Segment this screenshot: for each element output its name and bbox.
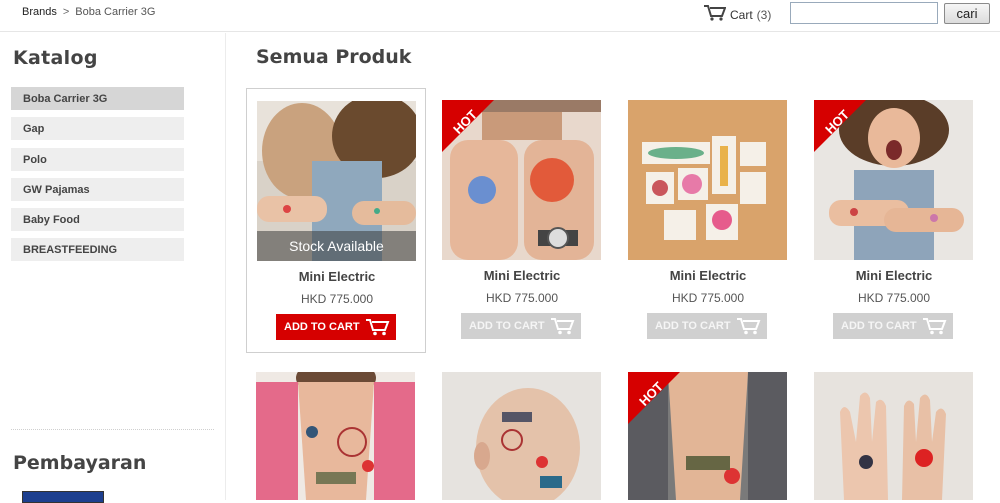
- sidebar-item-gw-pajamas[interactable]: GW Pajamas: [11, 177, 184, 201]
- payment-title: Pembayaran: [13, 452, 147, 474]
- product-image[interactable]: [442, 372, 601, 500]
- breadcrumb: Brands > Boba Carrier 3G: [22, 6, 155, 18]
- product-card[interactable]: Stock Available Mini Electric HKD 775.00…: [246, 88, 426, 353]
- product-price: HKD 775.000: [300, 292, 374, 306]
- product-name[interactable]: Mini Electric: [247, 269, 427, 284]
- product-card[interactable]: [804, 372, 984, 500]
- breadcrumb-brands-link[interactable]: Brands: [22, 6, 57, 18]
- sidebar: Katalog Boba Carrier 3G Gap Polo GW Paja…: [0, 33, 226, 503]
- cart-icon: [551, 318, 575, 335]
- cart-icon: [366, 319, 390, 336]
- product-name[interactable]: Mini Electric: [804, 268, 984, 283]
- product-price: HKD 775.000: [671, 291, 745, 305]
- add-to-cart-label: ADD TO CART: [655, 320, 731, 332]
- add-to-cart-button[interactable]: ADD TO CART: [461, 313, 581, 339]
- product-image[interactable]: [256, 372, 415, 500]
- cart-link[interactable]: Cart (3): [704, 5, 771, 24]
- product-image[interactable]: [628, 100, 787, 260]
- product-name[interactable]: Mini Electric: [432, 268, 612, 283]
- product-price: HKD 775.000: [857, 291, 931, 305]
- catalog-title: Katalog: [13, 47, 98, 69]
- page-title: Semua Produk: [256, 46, 412, 68]
- product-image[interactable]: HOT: [442, 100, 601, 260]
- cart-icon: [704, 5, 727, 24]
- product-card[interactable]: HOT Mini Electric HKD 775.000 ADD TO CAR…: [804, 88, 984, 353]
- product-price: HKD 775.000: [485, 291, 559, 305]
- add-to-cart-button[interactable]: ADD TO CART: [276, 314, 396, 340]
- product-name[interactable]: Mini Electric: [618, 268, 798, 283]
- stock-overlay: Stock Available: [257, 231, 416, 261]
- sidebar-item-breastfeeding[interactable]: BREASTFEEDING: [11, 238, 184, 262]
- search-button[interactable]: cari: [944, 3, 990, 24]
- product-image[interactable]: HOT: [814, 100, 973, 260]
- search-input[interactable]: [790, 2, 938, 24]
- product-card[interactable]: HOT: [618, 372, 798, 500]
- top-bar: Brands > Boba Carrier 3G Cart (3) cari: [0, 0, 1000, 32]
- product-card[interactable]: HOT Mini Electric HKD 775.000 ADD TO CAR…: [432, 88, 612, 353]
- sidebar-item-baby-food[interactable]: Baby Food: [11, 208, 184, 232]
- cart-label: Cart: [730, 7, 753, 22]
- breadcrumb-current: Boba Carrier 3G: [75, 6, 156, 18]
- add-to-cart-label: ADD TO CART: [284, 321, 360, 333]
- breadcrumb-separator: >: [62, 6, 70, 18]
- payment-logo: [22, 491, 104, 503]
- product-card[interactable]: [432, 372, 612, 500]
- cart-count: (3): [756, 7, 772, 22]
- sidebar-item-polo[interactable]: Polo: [11, 147, 184, 171]
- product-image[interactable]: Stock Available: [257, 101, 416, 261]
- add-to-cart-label: ADD TO CART: [469, 320, 545, 332]
- product-image[interactable]: HOT: [628, 372, 787, 500]
- add-to-cart-label: ADD TO CART: [841, 320, 917, 332]
- product-card[interactable]: [246, 372, 426, 500]
- sidebar-divider: [11, 429, 214, 430]
- product-image[interactable]: [814, 372, 973, 500]
- add-to-cart-button[interactable]: ADD TO CART: [647, 313, 767, 339]
- cart-icon: [737, 318, 761, 335]
- sidebar-item-boba-carrier-3g[interactable]: Boba Carrier 3G: [11, 87, 184, 110]
- product-card[interactable]: Mini Electric HKD 775.000 ADD TO CART: [618, 88, 798, 353]
- add-to-cart-button[interactable]: ADD TO CART: [833, 313, 953, 339]
- cart-icon: [923, 318, 947, 335]
- category-list: Boba Carrier 3G Gap Polo GW Pajamas Baby…: [11, 87, 184, 269]
- sidebar-item-gap[interactable]: Gap: [11, 117, 184, 141]
